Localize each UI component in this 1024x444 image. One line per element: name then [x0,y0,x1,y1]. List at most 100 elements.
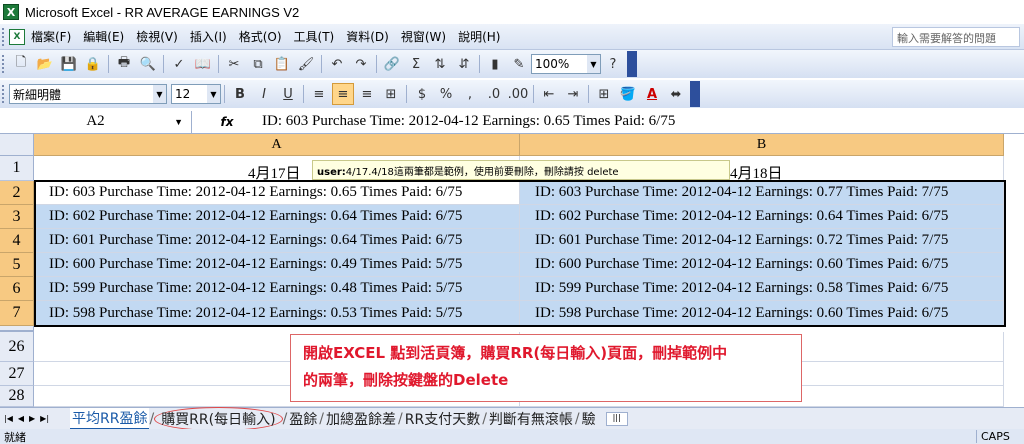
menu-tools[interactable]: 工具(T) [288,27,341,47]
cell-b3[interactable]: ID: 602 Purchase Time: 2012-04-12 Earnin… [520,205,1004,229]
increase-decimal-icon[interactable]: .0 [483,83,505,105]
zoom-select[interactable]: 100% ▼ [531,54,601,74]
row-header[interactable]: 3 [0,205,34,229]
undo-icon[interactable]: ↶ [326,53,348,75]
tab-rr-payment-days[interactable]: RR支付天數 [403,409,482,429]
hyperlink-icon[interactable]: 🔗 [381,53,403,75]
print-preview-icon[interactable]: 🔍 [137,53,159,75]
open-icon[interactable]: 📂 [34,53,56,75]
row-header[interactable]: 2 [0,181,34,205]
toolbar-options-icon[interactable] [690,81,700,107]
new-icon[interactable]: 🗋 [10,53,32,75]
cell-a2[interactable]: ID: 603 Purchase Time: 2012-04-12 Earnin… [34,181,520,205]
print-icon[interactable]: 🖶 [113,53,135,75]
toolbar-grip-icon[interactable] [2,27,6,46]
drawing-icon[interactable]: ✎ [508,53,530,75]
cell-b5[interactable]: ID: 600 Purchase Time: 2012-04-12 Earnin… [520,253,1004,277]
select-all-corner[interactable] [0,134,34,156]
horizontal-scrollbar-thumb[interactable]: ||| [605,411,628,426]
chevron-down-icon[interactable]: ▼ [207,85,220,103]
align-right-icon[interactable]: ≡ [356,83,378,105]
help-search-input[interactable]: 輸入需要解答的問題 [892,27,1020,47]
menu-window[interactable]: 視窗(W) [395,27,452,47]
tab-total-earnings-diff[interactable]: 加總盈餘差 [324,409,398,429]
tab-average-rr-earnings[interactable]: 平均RR盈餘 [70,408,150,429]
currency-button[interactable]: $ [411,83,433,105]
font-name-select[interactable]: 新細明體 ▼ [9,84,167,104]
menu-data[interactable]: 資料(D) [340,27,395,47]
font-color-icon[interactable]: A [641,83,663,105]
cell-a3[interactable]: ID: 602 Purchase Time: 2012-04-12 Earnin… [34,205,520,229]
cell-b4[interactable]: ID: 601 Purchase Time: 2012-04-12 Earnin… [520,229,1004,253]
formula-input[interactable]: ID: 603 Purchase Time: 2012-04-12 Earnin… [262,113,675,130]
italic-button[interactable]: I [253,83,275,105]
toolbar-grip-icon[interactable] [2,55,6,73]
chevron-down-icon[interactable]: ▼ [174,117,183,127]
cell-b6[interactable]: ID: 599 Purchase Time: 2012-04-12 Earnin… [520,277,1004,301]
permission-icon[interactable]: 🔒 [82,53,104,75]
menu-file[interactable]: 檔案(F) [25,27,77,47]
decrease-decimal-icon[interactable]: .00 [507,83,529,105]
row-header[interactable]: 27 [0,362,34,386]
chart-wizard-icon[interactable]: ▮ [484,53,506,75]
merge-center-icon[interactable]: ⊞ [380,83,402,105]
workbook-icon[interactable]: X [9,28,25,45]
menu-insert[interactable]: 插入(I) [184,27,233,47]
spelling-icon[interactable]: ✓ [168,53,190,75]
toolbar-grip-icon[interactable] [2,85,6,103]
toolbar-options-icon[interactable] [627,51,637,77]
last-sheet-icon[interactable]: ▶| [40,414,49,423]
fill-color-icon[interactable]: 🪣 [617,83,639,105]
cell-a5[interactable]: ID: 600 Purchase Time: 2012-04-12 Earnin… [34,253,520,277]
first-sheet-icon[interactable]: |◀ [4,414,13,423]
format-painter-icon[interactable]: 🖌 [295,53,317,75]
row-header[interactable]: 28 [0,386,34,407]
previous-sheet-icon[interactable]: ◀ [18,414,24,423]
sort-descending-icon[interactable]: ⇵ [453,53,475,75]
comma-icon[interactable]: , [459,83,481,105]
increase-indent-icon[interactable]: ⇥ [562,83,584,105]
decrease-indent-icon[interactable]: ⇤ [538,83,560,105]
tab-rollover-check[interactable]: 判斷有無滾帳 [487,409,575,429]
copy-icon[interactable]: ⧉ [247,53,269,75]
name-box[interactable]: A2 ▼ [0,110,192,133]
tab-verify[interactable]: 驗 [580,409,598,429]
row-header[interactable]: 1 [0,156,34,181]
help-icon[interactable]: ? [602,53,624,75]
cell-a6[interactable]: ID: 599 Purchase Time: 2012-04-12 Earnin… [34,277,520,301]
font-size-select[interactable]: 12 ▼ [171,84,221,104]
chevron-down-icon[interactable]: ▼ [153,85,166,103]
menu-format[interactable]: 格式(O) [233,27,288,47]
row-header[interactable]: 26 [0,332,34,362]
cell-a7[interactable]: ID: 598 Purchase Time: 2012-04-12 Earnin… [34,301,520,326]
research-icon[interactable]: 📖 [192,53,214,75]
tab-earnings[interactable]: 盈餘 [287,409,319,429]
fx-icon[interactable]: fx [192,115,262,129]
next-sheet-icon[interactable]: ▶ [29,414,35,423]
row-header[interactable]: 6 [0,277,34,301]
cell-b7[interactable]: ID: 598 Purchase Time: 2012-04-12 Earnin… [520,301,1004,326]
align-center-icon[interactable]: ≡ [332,83,354,105]
cell-b2[interactable]: ID: 603 Purchase Time: 2012-04-12 Earnin… [520,181,1004,205]
save-icon[interactable]: 💾 [58,53,80,75]
cell-a4[interactable]: ID: 601 Purchase Time: 2012-04-12 Earnin… [34,229,520,253]
row-header[interactable]: 7 [0,301,34,326]
percent-button[interactable]: % [435,83,457,105]
cut-icon[interactable]: ✂ [223,53,245,75]
row-header[interactable]: 5 [0,253,34,277]
borders-icon[interactable]: ⊞ [593,83,615,105]
row-header[interactable]: 4 [0,229,34,253]
column-header-a[interactable]: A [34,134,520,156]
redo-icon[interactable]: ↷ [350,53,372,75]
more-buttons-icon[interactable]: ⬌ [665,83,687,105]
menu-help[interactable]: 說明(H) [452,27,506,47]
paste-icon[interactable]: 📋 [271,53,293,75]
tab-buy-rr-daily[interactable]: 購買RR(每日輸入) [154,406,283,431]
align-left-icon[interactable]: ≡ [308,83,330,105]
menu-edit[interactable]: 編輯(E) [77,27,130,47]
column-header-b[interactable]: B [520,134,1004,156]
chevron-down-icon[interactable]: ▼ [587,55,600,73]
underline-button[interactable]: U [277,83,299,105]
menu-view[interactable]: 檢視(V) [130,27,184,47]
autosum-icon[interactable]: Σ [405,53,427,75]
